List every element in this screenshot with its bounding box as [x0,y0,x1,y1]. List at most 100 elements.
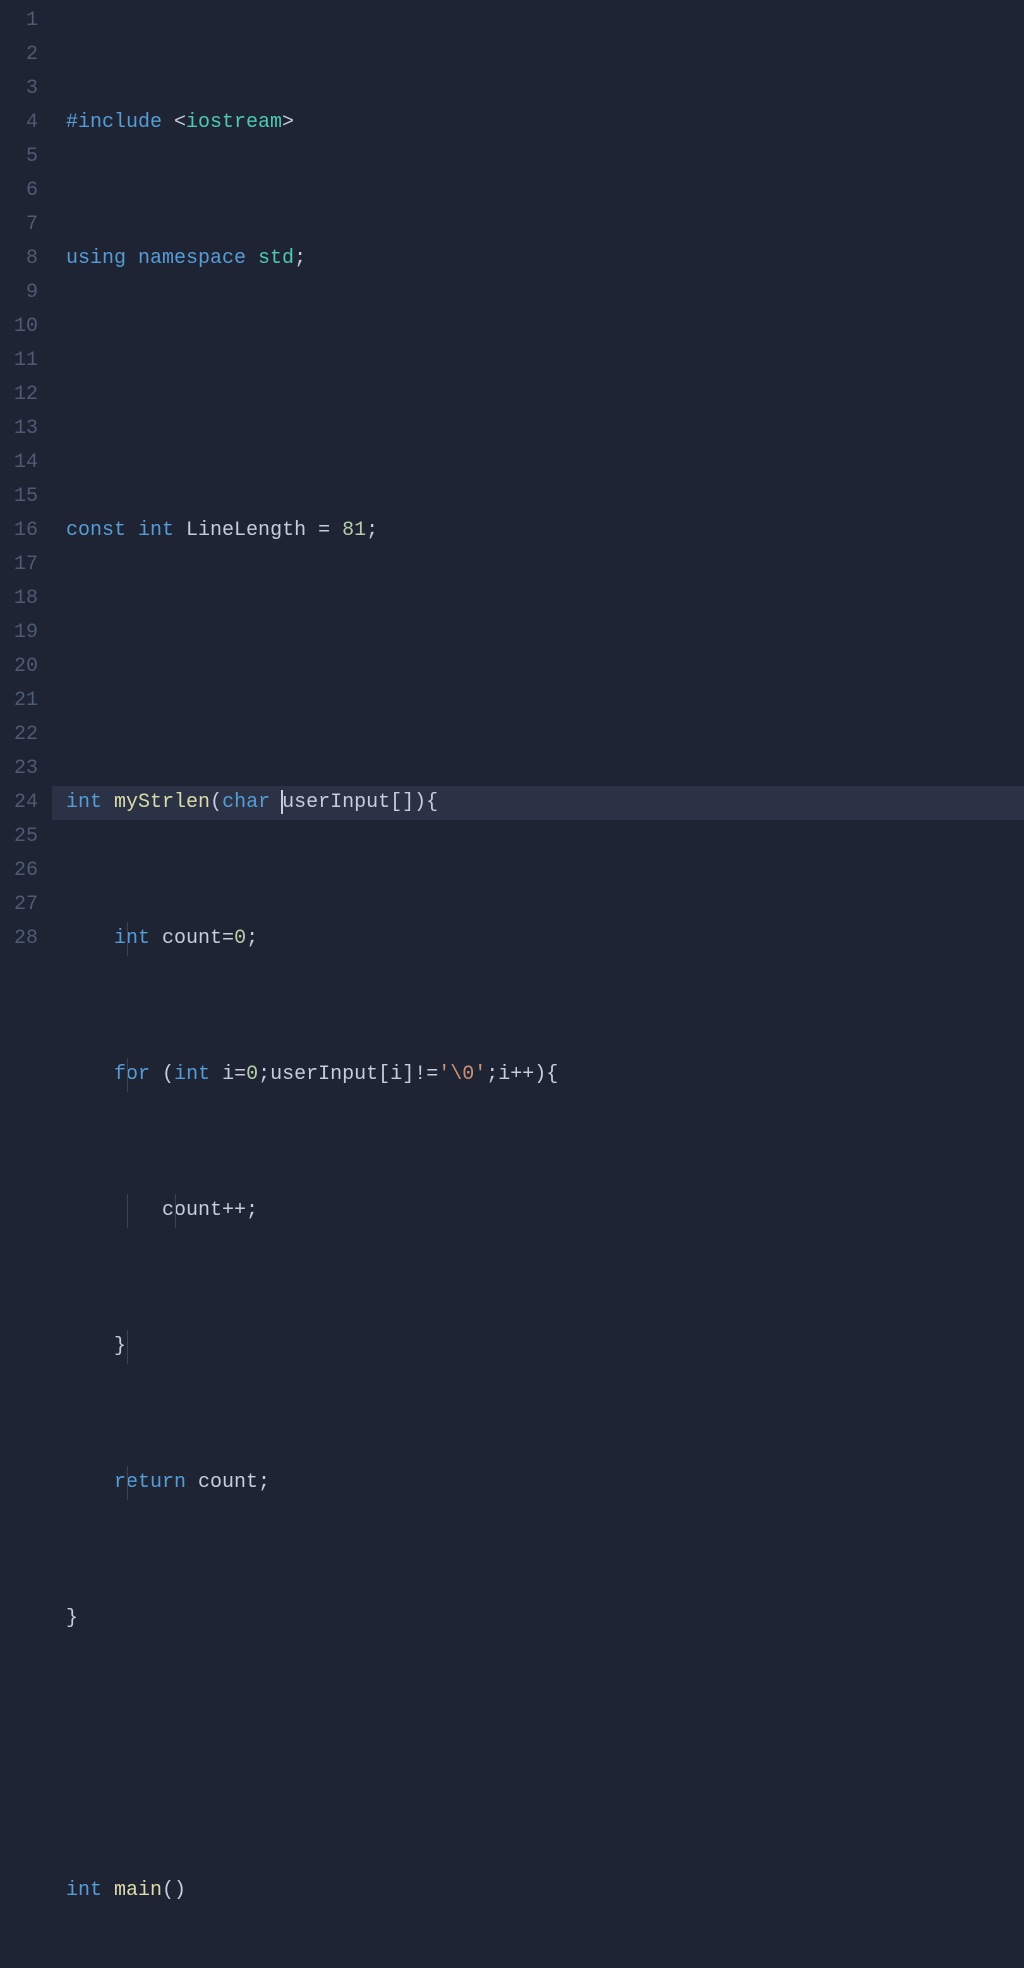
code-line[interactable] [52,1738,1024,1772]
line-number: 4 [0,106,52,140]
tok-punct: ) [174,1879,186,1902]
line-number: 23 [0,752,52,786]
code-line[interactable]: } [52,1602,1024,1636]
line-number: 27 [0,888,52,922]
code-line[interactable]: using namespace std; [52,242,1024,276]
indent-guide [127,1466,128,1500]
line-number: 25 [0,820,52,854]
line-number: 20 [0,650,52,684]
line-number: 12 [0,378,52,412]
tok-ident: LineLength [174,519,318,542]
tok-punct: ; [486,1063,498,1086]
code-line-active[interactable]: int myStrlen(char userInput[]){ [52,786,1024,820]
indent-guide [175,1194,176,1228]
tok-punct: [ [390,791,402,814]
line-number: 3 [0,72,52,106]
line-number: 7 [0,208,52,242]
tok-keyword: const [66,519,126,542]
line-number-gutter: 1 2 3 4 5 6 7 8 9 10 11 12 13 14 15 16 1… [0,0,52,984]
tok-punct: } [66,1607,78,1630]
code-line[interactable]: const int LineLength = 81; [52,514,1024,548]
tok-op: = [318,519,342,542]
indent-guide [127,1330,128,1364]
tok-space [66,1335,114,1358]
tok-number: 0 [234,927,246,950]
tok-punct: ] [402,791,414,814]
line-number: 21 [0,684,52,718]
tok-function: main [102,1879,162,1902]
tok-punct: ) [414,791,426,814]
line-number: 24 [0,786,52,820]
code-line[interactable] [52,650,1024,684]
line-number: 17 [0,548,52,582]
indent-guide [127,922,128,956]
tok-ident: userInput [282,791,390,814]
tok-keyword: using [66,247,126,270]
tok-space [66,1199,162,1222]
line-number: 15 [0,480,52,514]
tok-punct: } [114,1335,126,1358]
tok-punct: ; [246,1199,258,1222]
code-line[interactable]: count++; [52,1194,1024,1228]
line-number: 8 [0,242,52,276]
line-number: 16 [0,514,52,548]
tok-punct: [ [378,1063,390,1086]
tok-type: int [114,927,150,950]
line-number: 2 [0,38,52,72]
tok-punct: { [426,791,438,814]
code-line[interactable]: int main() [52,1874,1024,1908]
tok-keyword: for [114,1063,150,1086]
indent-guide [127,1058,128,1092]
tok-space [150,1063,162,1086]
code-area[interactable]: #include <iostream> using namespace std;… [52,0,1024,984]
tok-punct: ; [366,519,378,542]
tok-punct: ] [402,1063,414,1086]
tok-space [66,1063,114,1086]
tok-number: 0 [246,1063,258,1086]
tok-space [66,927,114,950]
tok-ident: i [390,1063,402,1086]
tok-type: int [174,1063,210,1086]
tok-ident: count [186,1471,258,1494]
tok-punct: ; [258,1471,270,1494]
tok-punct: ; [258,1063,270,1086]
line-number: 28 [0,922,52,956]
code-line[interactable] [52,378,1024,412]
tok-op: = [234,1063,246,1086]
tok-space [66,1471,114,1494]
tok-punct: ( [162,1879,174,1902]
line-number: 19 [0,616,52,650]
tok-lib: std [258,247,294,270]
tok-punct: ( [210,791,222,814]
line-number: 18 [0,582,52,616]
line-number: 11 [0,344,52,378]
code-line[interactable]: #include <iostream> [52,106,1024,140]
code-line[interactable]: for (int i=0;userInput[i]!='\0';i++){ [52,1058,1024,1092]
line-number: 14 [0,446,52,480]
tok-op: != [414,1063,438,1086]
code-line[interactable]: } [52,1330,1024,1364]
line-number: 13 [0,412,52,446]
tok-punct: ; [246,927,258,950]
tok-punct: > [282,111,294,134]
tok-ident: i [210,1063,234,1086]
tok-type: int [138,519,174,542]
tok-type: int [66,1879,102,1902]
tok-punct: ) [534,1063,546,1086]
tok-punct: { [546,1063,558,1086]
code-editor[interactable]: 1 2 3 4 5 6 7 8 9 10 11 12 13 14 15 16 1… [0,0,1024,984]
tok-keyword: return [114,1471,186,1494]
line-number: 1 [0,4,52,38]
tok-string: '\0' [438,1063,486,1086]
line-number: 22 [0,718,52,752]
tok-ident: i++ [498,1063,534,1086]
tok-op: = [222,927,234,950]
tok-space [126,519,138,542]
tok-keyword: namespace [126,247,258,270]
tok-ident: count [150,927,222,950]
indent-guide [127,1194,128,1228]
code-line[interactable]: int count=0; [52,922,1024,956]
line-number: 5 [0,140,52,174]
code-line[interactable]: return count; [52,1466,1024,1500]
tok-number: 81 [342,519,366,542]
